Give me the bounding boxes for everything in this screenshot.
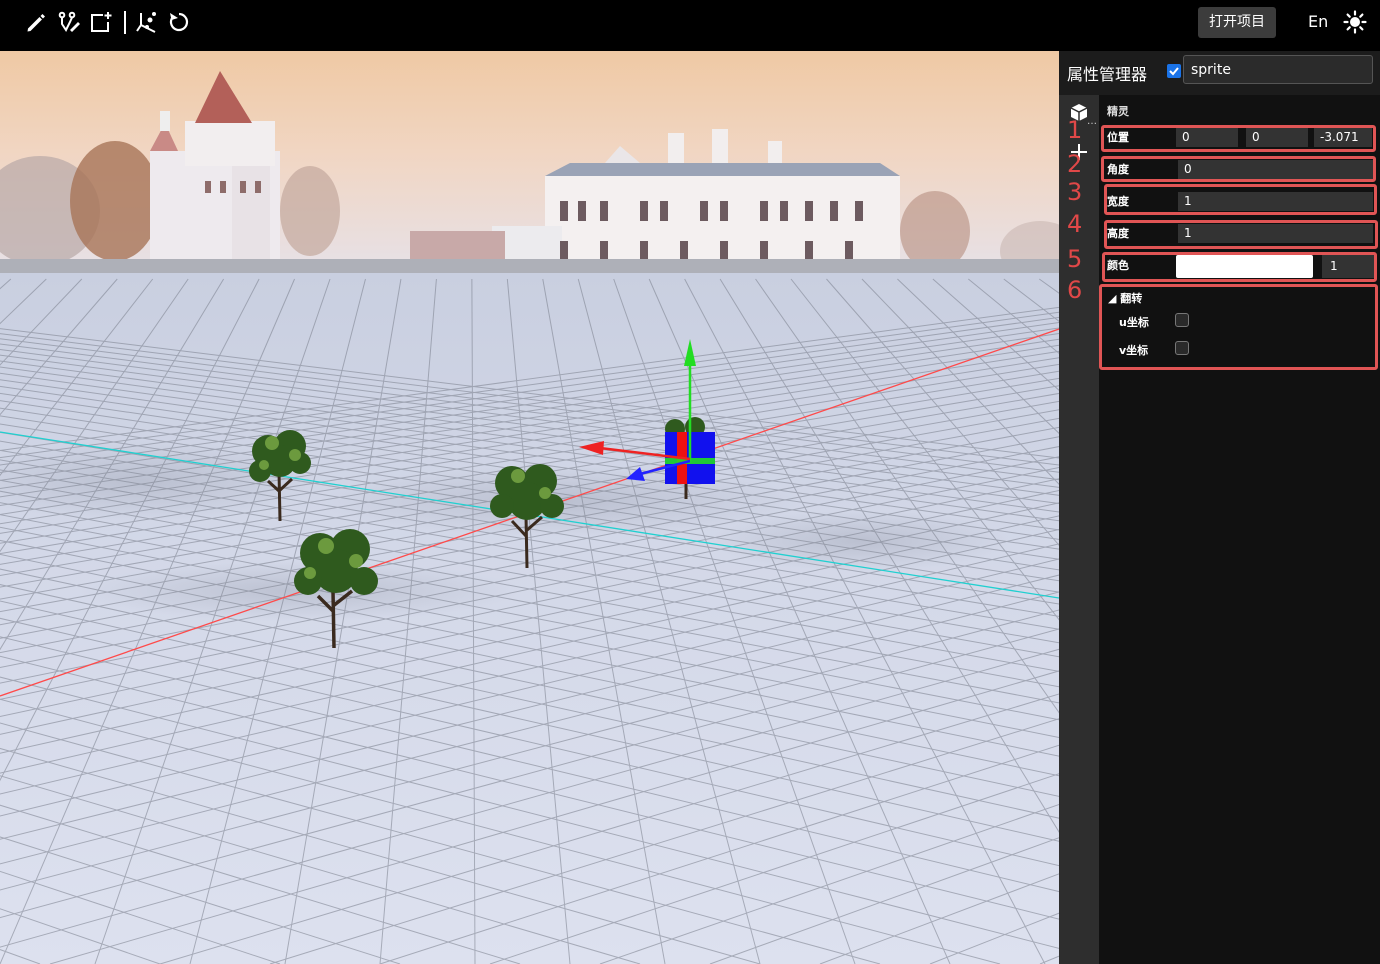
section-sprite-label: 精灵	[1107, 105, 1129, 118]
scene-canvas[interactable]	[0, 51, 1059, 964]
height-row: 高度 1	[1103, 221, 1375, 245]
position-z-input[interactable]: -3.071	[1314, 128, 1372, 147]
open-project-button[interactable]: 打开项目	[1198, 7, 1276, 38]
position-y-input[interactable]: 0	[1246, 128, 1308, 147]
branch-edit-icon[interactable]	[57, 10, 81, 34]
scene-viewport[interactable]	[0, 51, 1059, 964]
width-label: 宽度	[1107, 195, 1129, 208]
flip-u-label: u坐标	[1119, 316, 1149, 329]
width-input[interactable]: 1	[1178, 192, 1373, 211]
height-input[interactable]: 1	[1178, 224, 1373, 243]
toolbar-separator	[124, 11, 126, 34]
position-row: 位置 0 0 -3.071	[1103, 125, 1375, 149]
visible-checkbox[interactable]	[1167, 64, 1181, 78]
language-toggle[interactable]: En	[1308, 12, 1328, 31]
angle-row: 角度 0	[1103, 157, 1375, 181]
top-toolbar: 打开项目 En	[0, 0, 1380, 51]
position-label: 位置	[1107, 131, 1129, 144]
flip-v-checkbox[interactable]	[1175, 341, 1189, 355]
inspector-header: 属性管理器 sprite	[1059, 51, 1380, 95]
angle-label: 角度	[1107, 163, 1129, 176]
pencil-icon[interactable]	[24, 10, 48, 34]
flip-u-checkbox[interactable]	[1175, 313, 1189, 327]
inspector-title: 属性管理器	[1067, 65, 1148, 84]
color-alpha-input[interactable]: 1	[1322, 255, 1374, 278]
color-label: 颜色	[1107, 259, 1129, 272]
angle-input[interactable]: 0	[1178, 160, 1373, 179]
flip-group-toggle[interactable]: ◢ 翻转	[1108, 290, 1142, 306]
marker-2: 2	[1067, 150, 1083, 178]
marker-5: 5	[1067, 245, 1083, 273]
sun-icon[interactable]	[1343, 10, 1367, 34]
width-row: 宽度 1	[1103, 189, 1375, 213]
add-frame-icon[interactable]	[89, 10, 113, 34]
marker-6: 6	[1067, 276, 1083, 304]
marker-4: 4	[1067, 210, 1083, 238]
rotate-reset-icon[interactable]	[167, 10, 191, 34]
axis-nodes-icon[interactable]	[135, 10, 159, 34]
flip-v-label: v坐标	[1119, 344, 1149, 357]
color-swatch[interactable]	[1176, 255, 1313, 278]
marker-1: 1	[1067, 116, 1083, 144]
marker-3: 3	[1067, 178, 1083, 206]
position-x-input[interactable]: 0	[1176, 128, 1238, 147]
height-label: 高度	[1107, 227, 1129, 240]
more-icon[interactable]: …	[1087, 116, 1097, 127]
object-name-input[interactable]: sprite	[1183, 55, 1373, 84]
